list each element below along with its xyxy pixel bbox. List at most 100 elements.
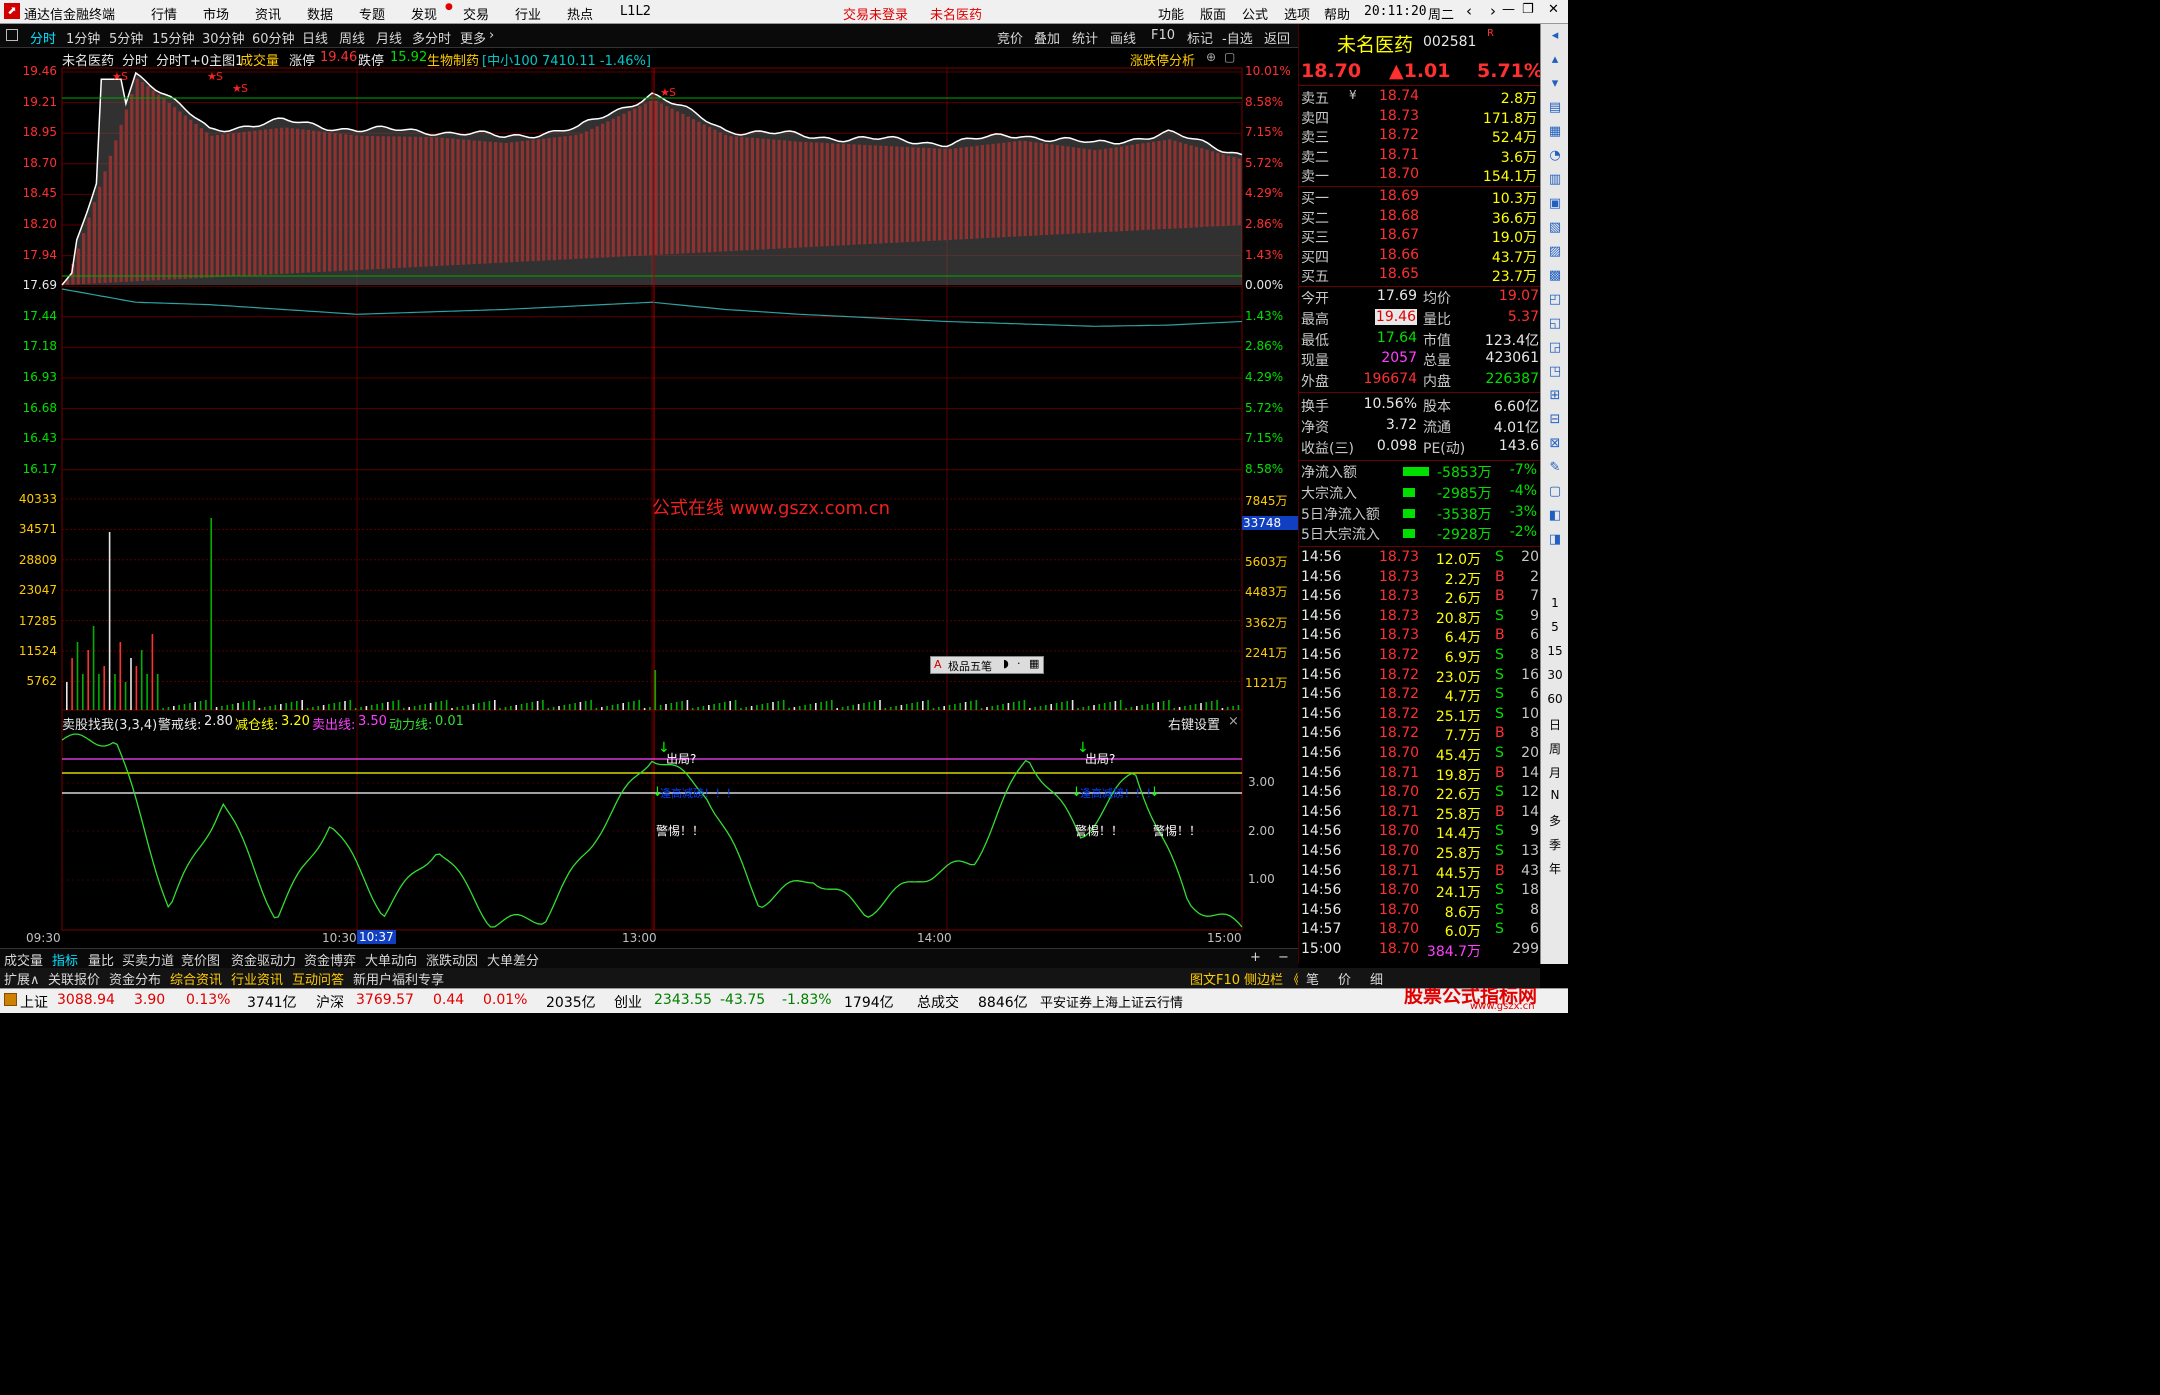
tick-row[interactable]: 14:56 18.70 24.1万 S 18 (1299, 882, 1541, 901)
indicator-close-icon[interactable]: × (1228, 714, 1239, 729)
period-shortcut[interactable]: 周 (1545, 740, 1565, 757)
period-shortcut[interactable]: 30 (1545, 668, 1565, 682)
sidebar-tool-icon[interactable]: ▤ (1545, 100, 1565, 115)
sidebar-tool-icon[interactable]: ⊟ (1545, 412, 1565, 427)
tick-row[interactable]: 14:56 18.72 23.0万 S 16 (1299, 667, 1541, 686)
minimize-icon[interactable]: — (1502, 2, 1515, 17)
remove-pane-icon[interactable]: − (1278, 950, 1289, 965)
indicator-tab[interactable]: 量比 (88, 950, 114, 969)
extension-tab[interactable]: 互动问答 (292, 969, 344, 988)
tab-trades[interactable]: 笔 (1306, 969, 1319, 988)
tick-row[interactable]: 14:56 18.73 20.8万 S 9 (1299, 608, 1541, 627)
cy-label[interactable]: 创业 (614, 992, 642, 1012)
ask-row[interactable]: 卖四 18.73 171.8万 (1299, 108, 1541, 127)
tick-row[interactable]: 14:56 18.71 44.5万 B 43 (1299, 863, 1541, 882)
bid-row[interactable]: 买二 18.68 36.6万 (1299, 208, 1541, 227)
indicator-tab[interactable]: 竞价图 (181, 950, 220, 969)
tick-row[interactable]: 14:56 18.70 25.8万 S 13 (1299, 843, 1541, 862)
bid-row[interactable]: 买四 18.66 43.7万 (1299, 247, 1541, 266)
period-shortcut[interactable]: 日 (1545, 716, 1565, 733)
indicator-tab[interactable]: 大单动向 (365, 950, 417, 969)
period-shortcut[interactable]: 月 (1545, 764, 1565, 781)
sidebar-tool-icon[interactable]: ▩ (1545, 268, 1565, 283)
sidebar-tool-icon[interactable]: ◳ (1545, 364, 1565, 379)
intraday-chart[interactable]: ★ S ★ S★ S ★ S↓出局?↓出局?↓ ↓ ↓逢高减磅！！！ 逢高减磅！！！警惕！！ 警惕！… (0, 0, 1298, 948)
indicator-settings-button[interactable]: 右键设置 (1168, 714, 1220, 733)
sidebar-tool-icon[interactable]: ◧ (1545, 508, 1565, 523)
indicator-tab[interactable]: 买卖力道 (122, 950, 174, 969)
period-shortcut[interactable]: 年 (1545, 860, 1565, 877)
sidebar-toggle[interactable]: 侧边栏 《 (1244, 969, 1300, 988)
extension-tab[interactable]: 资金分布 (109, 969, 161, 988)
menu-item[interactable]: 帮助 (1324, 4, 1350, 23)
tick-row[interactable]: 14:56 18.70 8.6万 S 8 (1299, 902, 1541, 921)
tick-row[interactable]: 14:56 18.70 45.4万 S 20 (1299, 745, 1541, 764)
sidebar-tool-icon[interactable]: ▢ (1545, 484, 1565, 499)
sidebar-tool-icon[interactable]: ◱ (1545, 316, 1565, 331)
sidebar-tool-icon[interactable]: ◰ (1545, 292, 1565, 307)
sidebar-tool-icon[interactable]: ▧ (1545, 220, 1565, 235)
indicator-tab[interactable]: 涨跌动因 (426, 950, 478, 969)
tick-row[interactable]: 14:57 18.70 6.0万 S 6 (1299, 921, 1541, 940)
sidebar-tool-icon[interactable]: ◲ (1545, 340, 1565, 355)
tick-row[interactable]: 14:56 18.73 2.6万 B 7 (1299, 588, 1541, 607)
period-shortcut[interactable]: 5 (1545, 620, 1565, 634)
tick-row[interactable]: 14:56 18.70 22.6万 S 12 (1299, 784, 1541, 803)
ask-row[interactable]: 卖二 18.71 3.6万 (1299, 147, 1541, 166)
extension-tab[interactable]: 新用户福利专享 (353, 969, 444, 988)
tick-row[interactable]: 14:56 18.73 2.2万 B 2 (1299, 569, 1541, 588)
tick-row[interactable]: 14:56 18.71 19.8万 B 14 (1299, 765, 1541, 784)
tick-row[interactable]: 14:56 18.73 6.4万 B 6 (1299, 627, 1541, 646)
bid-row[interactable]: 买一 18.69 10.3万 (1299, 188, 1541, 207)
sidebar-tool-icon[interactable]: ⊞ (1545, 388, 1565, 403)
sh-label[interactable]: 上证 (20, 992, 48, 1012)
bid-row[interactable]: 买三 18.67 19.0万 (1299, 227, 1541, 246)
indicator-tab[interactable]: 资金博弈 (304, 950, 356, 969)
sidebar-tool-icon[interactable]: ▦ (1545, 124, 1565, 139)
indicator-name[interactable]: 卖股找我(3,3,4) (62, 714, 157, 733)
tick-row[interactable]: 14:56 18.73 12.0万 S 20 (1299, 549, 1541, 568)
period-shortcut[interactable]: 多 (1545, 812, 1565, 829)
sidebar-tool-icon[interactable]: ◨ (1545, 532, 1565, 547)
tick-row[interactable]: 14:56 18.71 25.8万 B 14 (1299, 804, 1541, 823)
extension-tab[interactable]: 关联报价 (48, 969, 100, 988)
tick-row[interactable]: 14:56 18.70 14.4万 S 9 (1299, 823, 1541, 842)
broker-label[interactable]: 平安证券上海上证云行情 (1040, 992, 1183, 1011)
tick-row[interactable]: 14:56 18.72 7.7万 B 8 (1299, 725, 1541, 744)
period-shortcut[interactable]: 60 (1545, 692, 1565, 706)
ask-row[interactable]: 卖一 18.70 154.1万 (1299, 166, 1541, 185)
sidebar-tool-icon[interactable]: ◔ (1545, 148, 1565, 163)
extension-tab[interactable]: 扩展∧ (4, 969, 40, 988)
restore-icon[interactable]: ❐ (1522, 2, 1534, 17)
extension-tab[interactable]: 综合资讯 (170, 969, 222, 988)
tick-row[interactable]: 14:56 18.72 6.9万 S 8 (1299, 647, 1541, 666)
tick-row[interactable]: 14:56 18.72 4.7万 S 6 (1299, 686, 1541, 705)
tab-details[interactable]: 细 (1370, 969, 1383, 988)
bid-row[interactable]: 买五 18.65 23.7万 (1299, 266, 1541, 285)
period-shortcut[interactable]: 15 (1545, 644, 1565, 658)
forward-icon[interactable]: › (1490, 2, 1496, 20)
tab-prices[interactable]: 价 (1338, 969, 1351, 988)
add-pane-icon[interactable]: + (1250, 950, 1261, 965)
indicator-tab[interactable]: 大单差分 (487, 950, 539, 969)
indicator-tab[interactable]: 资金驱动力 (231, 950, 296, 969)
sidebar-tool-icon[interactable]: ▣ (1545, 196, 1565, 211)
ime-toolbar[interactable]: A 极品五笔 ◗ · ▦ (930, 656, 1044, 674)
tick-row[interactable]: 15:00 18.70 384.7万 299 (1299, 941, 1541, 960)
close-icon[interactable]: ✕ (1548, 2, 1559, 17)
period-shortcut[interactable]: 季 (1545, 836, 1565, 853)
sidebar-tool-icon[interactable]: ⊠ (1545, 436, 1565, 451)
period-shortcut[interactable]: 1 (1545, 596, 1565, 610)
sidebar-tool-icon[interactable]: ◂ (1545, 28, 1565, 43)
f10-text-tab[interactable]: 图文F10 (1190, 969, 1240, 988)
ask-row[interactable]: 卖三 18.72 52.4万 (1299, 127, 1541, 146)
sidebar-tool-icon[interactable]: ▴ (1545, 52, 1565, 67)
period-shortcut[interactable]: N (1545, 788, 1565, 802)
sidebar-tool-icon[interactable]: ✎ (1545, 460, 1565, 475)
indicator-tab[interactable]: 指标 (52, 950, 78, 969)
back-icon[interactable]: ‹ (1466, 2, 1472, 20)
extension-tab[interactable]: 行业资讯 (231, 969, 283, 988)
indicator-tab[interactable]: 成交量 (4, 950, 43, 969)
sidebar-tool-icon[interactable]: ▾ (1545, 76, 1565, 91)
sidebar-tool-icon[interactable]: ▥ (1545, 172, 1565, 187)
